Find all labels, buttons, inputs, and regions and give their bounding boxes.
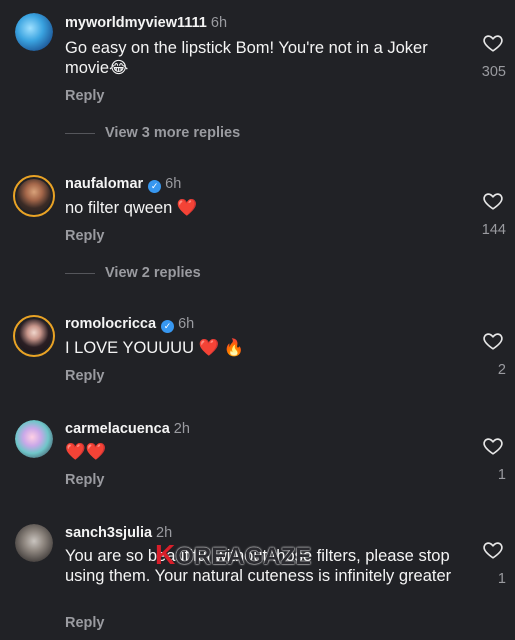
avatar[interactable]: [15, 524, 53, 562]
verified-badge-icon: ✓: [161, 320, 175, 333]
heart-outline-icon[interactable]: [482, 190, 504, 212]
timestamp: 6h: [210, 15, 228, 31]
heart-outline-icon[interactable]: [482, 435, 504, 457]
comment-text: Go easy on the lipstick Bom! You're not …: [65, 39, 428, 77]
watermark-logo: KOREAGAZE: [155, 539, 360, 571]
divider: [65, 133, 95, 134]
timestamp: 2h: [173, 421, 190, 437]
avatar[interactable]: [13, 315, 55, 357]
avatar[interactable]: [15, 420, 53, 458]
heart-outline-icon[interactable]: [482, 330, 504, 352]
view-replies-button[interactable]: View 3 more replies: [105, 125, 240, 141]
heart-outline-icon[interactable]: [482, 539, 504, 561]
watermark-text: OREAGAZE: [175, 543, 312, 570]
comment-text: no filter qween ❤️: [65, 198, 197, 218]
reply-button[interactable]: Reply: [65, 88, 105, 104]
like-count: 2: [497, 362, 506, 378]
heart-outline-icon[interactable]: [482, 32, 504, 54]
username[interactable]: myworldmyview1111: [65, 15, 207, 31]
divider: [65, 273, 95, 274]
username[interactable]: naufalomar: [65, 176, 143, 192]
verified-badge-icon: ✓: [148, 180, 162, 193]
comment-text-content: no filter qween ❤️: [65, 199, 198, 217]
avatar[interactable]: [15, 13, 53, 51]
timestamp: 6h: [178, 316, 195, 332]
avatar[interactable]: [13, 175, 55, 217]
reply-button[interactable]: Reply: [65, 472, 105, 488]
timestamp: 6h: [165, 176, 182, 192]
reply-button[interactable]: Reply: [65, 228, 105, 244]
username[interactable]: romolocricca: [65, 316, 156, 332]
reply-button[interactable]: Reply: [65, 368, 105, 384]
like-count: 1: [497, 467, 506, 483]
comment-text: I LOVE YOUUUU ❤️ 🔥: [65, 339, 245, 357]
view-replies-button[interactable]: View 2 replies: [105, 265, 201, 281]
username[interactable]: sanch3sjulia: [65, 525, 152, 541]
like-count: 144: [481, 222, 506, 238]
like-count: 305: [481, 64, 506, 80]
reply-button[interactable]: Reply: [65, 615, 105, 631]
username[interactable]: carmelacuenca: [65, 421, 170, 437]
watermark-k: K: [155, 539, 176, 570]
like-count: 1: [497, 571, 506, 587]
comment-text: ❤️❤️: [65, 443, 107, 461]
